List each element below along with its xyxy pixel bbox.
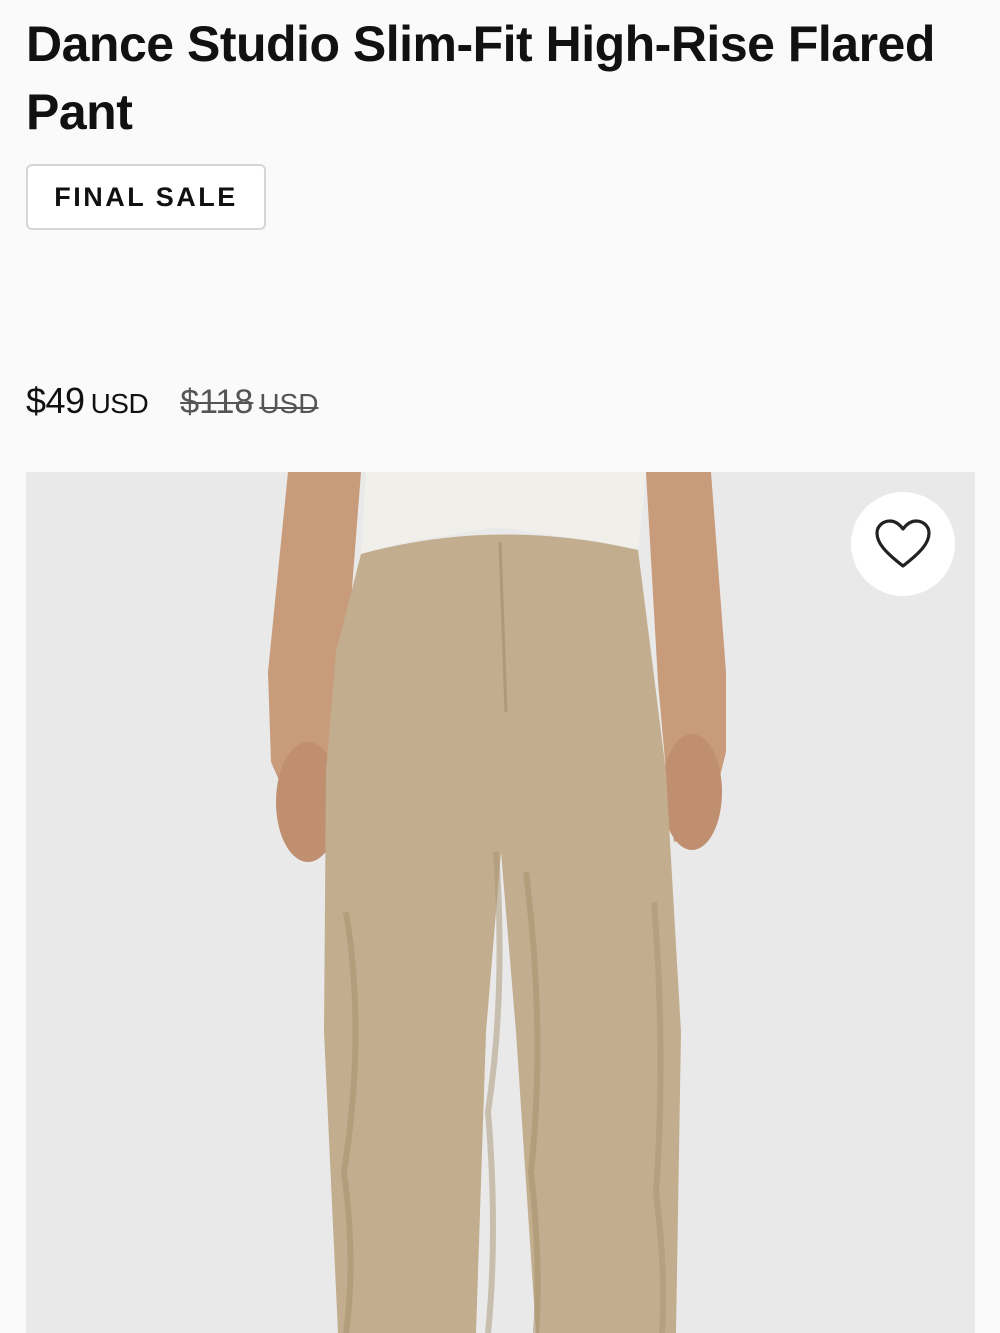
product-image[interactable] [26, 472, 975, 1333]
product-photo-illustration [26, 472, 975, 1333]
current-price: $49 USD [26, 380, 149, 421]
wishlist-button[interactable] [851, 492, 955, 596]
price-row: $49 USD $118 USD [26, 380, 318, 422]
original-price: $118 USD [180, 383, 319, 421]
product-title: Dance Studio Slim-Fit High-Rise Flared P… [26, 16, 935, 140]
final-sale-badge: FINAL SALE [26, 164, 266, 230]
heart-icon [875, 519, 931, 568]
